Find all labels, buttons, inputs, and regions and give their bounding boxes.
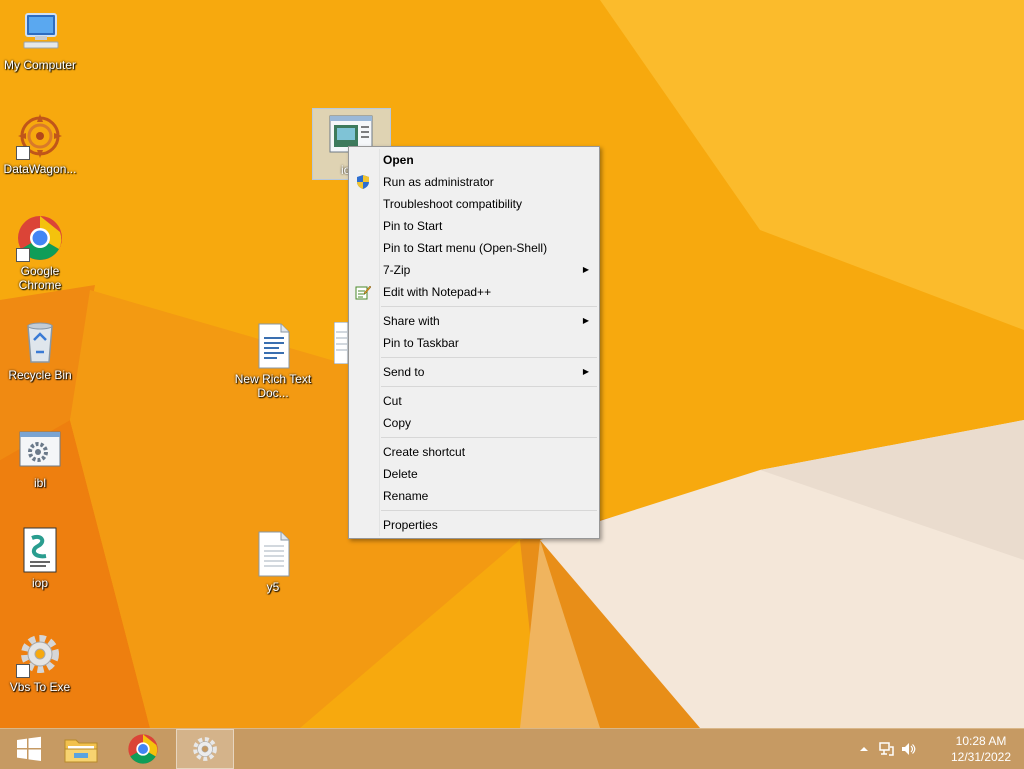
desktop-icon-datawagon[interactable]: DataWagon... <box>0 112 80 176</box>
desktop-icon-label: DataWagon... <box>3 162 77 176</box>
desktop-icon-vbs-to-exe[interactable]: Vbs To Exe <box>0 630 80 694</box>
menu-item-edit-with-notepadpp[interactable]: Edit with Notepad++ <box>349 281 599 303</box>
menu-item-label: Rename <box>383 489 429 503</box>
menu-item-pin-to-taskbar[interactable]: Pin to Taskbar <box>349 332 599 354</box>
menu-item-label: Cut <box>383 394 402 408</box>
menu-separator <box>381 357 597 358</box>
menu-separator <box>381 306 597 307</box>
taskbar: 10:28 AM 12/31/2022 <box>0 728 1024 769</box>
shortcut-arrow-icon <box>16 664 30 678</box>
menu-separator <box>381 386 597 387</box>
menu-item-label: Copy <box>383 416 412 430</box>
desktop-icon-label: Vbs To Exe <box>9 680 71 694</box>
desktop-icon-iop[interactable]: iop <box>0 526 80 590</box>
menu-item-pin-to-start-menu-open-shell[interactable]: Pin to Start menu (Open-Shell) <box>349 237 599 259</box>
context-menu: Open Run as administrator Troubleshoot c… <box>348 146 600 539</box>
menu-item-label: Send to <box>383 365 425 379</box>
menu-item-label: Pin to Start <box>383 219 443 233</box>
menu-item-cut[interactable]: Cut <box>349 390 599 412</box>
shortcut-arrow-icon <box>16 146 30 160</box>
desktop-icon-new-rich-text-doc[interactable]: New Rich Text Doc... <box>233 322 313 400</box>
folder-icon <box>64 739 98 763</box>
speaker-icon[interactable] <box>900 741 916 757</box>
menu-item-share-with[interactable]: Share with ▶ <box>349 310 599 332</box>
system-tray: 10:28 AM 12/31/2022 <box>854 729 1024 769</box>
recycle-bin-icon <box>16 318 64 366</box>
windows-logo-icon <box>17 736 41 761</box>
menu-item-run-as-administrator[interactable]: Run as administrator <box>349 171 599 193</box>
start-button[interactable] <box>0 729 58 769</box>
menu-separator <box>381 510 597 511</box>
menu-item-label: Pin to Start menu (Open-Shell) <box>383 241 548 255</box>
menu-item-label: Delete <box>383 467 418 481</box>
menu-item-7zip[interactable]: 7-Zip ▶ <box>349 259 599 281</box>
gear-icon <box>16 630 64 678</box>
menu-item-label: Open <box>383 153 414 167</box>
clock-date: 12/31/2022 <box>950 750 1012 764</box>
menu-item-label: Pin to Taskbar <box>383 336 459 350</box>
desktop-icon-y5[interactable]: y5 <box>233 530 313 594</box>
menu-item-delete[interactable]: Delete <box>349 463 599 485</box>
desktop-icon-label: y5 <box>266 580 280 594</box>
submenu-arrow-icon: ▶ <box>582 265 589 274</box>
notepadpp-icon <box>355 284 372 300</box>
text-file-icon <box>249 530 297 578</box>
clock-time: 10:28 AM <box>955 734 1007 748</box>
shortcut-arrow-icon <box>16 248 30 262</box>
menu-item-properties[interactable]: Properties <box>349 514 599 536</box>
chrome-icon <box>16 214 64 262</box>
taskbar-chrome-button[interactable] <box>114 729 172 769</box>
clock[interactable]: 10:28 AM 12/31/2022 <box>950 733 1012 765</box>
menu-item-label: Create shortcut <box>383 445 466 459</box>
menu-item-rename[interactable]: Rename <box>349 485 599 507</box>
desktop[interactable]: My Computer DataWagon... Google Chrome R… <box>0 0 1024 728</box>
desktop-icon-label: New Rich Text Doc... <box>234 372 312 400</box>
desktop-icon-label: My Computer <box>3 58 77 72</box>
desktop-icon-label: iop <box>31 576 48 590</box>
menu-item-copy[interactable]: Copy <box>349 412 599 434</box>
script-file-icon <box>16 526 64 574</box>
desktop-icon-my-computer[interactable]: My Computer <box>0 8 80 72</box>
desktop-icon-label: Google Chrome <box>18 264 62 292</box>
menu-item-label: Troubleshoot compatibility <box>383 197 522 211</box>
uac-shield-icon <box>355 174 371 190</box>
taskbar-file-explorer-button[interactable] <box>52 729 110 769</box>
desktop-icon-recycle-bin[interactable]: Recycle Bin <box>0 318 80 382</box>
menu-item-label: Properties <box>383 518 438 532</box>
partially-hidden-file-icon[interactable] <box>333 321 349 365</box>
menu-item-open[interactable]: Open <box>349 149 599 171</box>
gear-file-icon <box>16 426 64 474</box>
menu-item-create-shortcut[interactable]: Create shortcut <box>349 441 599 463</box>
desktop-icon-ibl[interactable]: ibl <box>0 426 80 490</box>
menu-item-pin-to-start[interactable]: Pin to Start <box>349 215 599 237</box>
computer-icon <box>16 8 64 56</box>
desktop-icon-google-chrome[interactable]: Google Chrome <box>0 214 80 292</box>
menu-item-label: Share with <box>383 314 440 328</box>
rtf-document-icon <box>249 322 297 370</box>
menu-item-label: 7-Zip <box>383 263 411 277</box>
chrome-icon <box>128 734 158 764</box>
submenu-arrow-icon: ▶ <box>582 367 589 376</box>
menu-item-troubleshoot-compatibility[interactable]: Troubleshoot compatibility <box>349 193 599 215</box>
network-icon[interactable] <box>878 741 894 757</box>
menu-separator <box>381 437 597 438</box>
menu-item-label: Edit with Notepad++ <box>383 285 492 299</box>
taskbar-vbs-to-exe-button[interactable] <box>176 729 234 769</box>
gear-icon <box>193 737 217 761</box>
submenu-arrow-icon: ▶ <box>582 316 589 325</box>
desktop-icon-label: ibl <box>33 476 46 490</box>
desktop-icon-label: Recycle Bin <box>8 368 72 382</box>
datawagon-icon <box>16 112 64 160</box>
chevron-up-icon[interactable] <box>856 741 872 757</box>
menu-item-label: Run as administrator <box>383 175 494 189</box>
menu-item-send-to[interactable]: Send to ▶ <box>349 361 599 383</box>
